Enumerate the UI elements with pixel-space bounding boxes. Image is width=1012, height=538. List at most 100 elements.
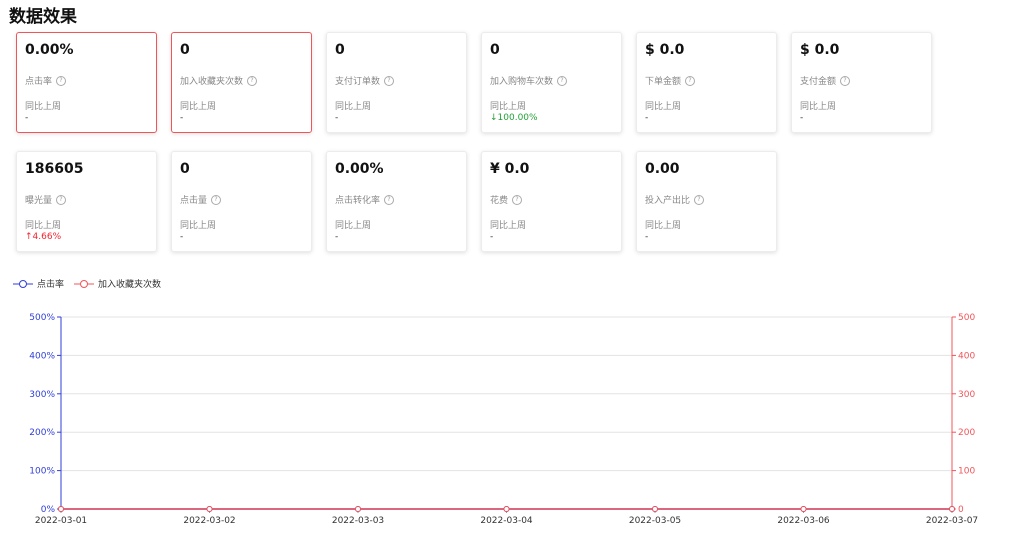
y-left-tick-label: 300% (29, 390, 55, 400)
page-title: 数据效果 (9, 7, 77, 27)
metric-card[interactable]: 0 加入购物车次数? 同比上周 ↓100.00% (481, 32, 622, 133)
series-2-point (800, 506, 807, 512)
y-right-tick-label: 300 (958, 390, 975, 400)
legend-marker-blue-icon (13, 279, 33, 288)
compare-label: 同比上周 (800, 102, 837, 112)
metric-label: 加入收藏夹次数? (180, 74, 258, 87)
compare-value: - (180, 232, 184, 242)
chart-legend: 点击率 加入收藏夹次数 (13, 277, 171, 290)
metric-name: 点击量 (180, 196, 208, 206)
help-icon[interactable]: ? (840, 75, 851, 86)
compare-label: 同比上周 (25, 221, 62, 231)
y-right-tick-label: 200 (958, 428, 975, 438)
metric-card[interactable]: 0.00% 点击转化率? 同比上周 - (326, 151, 467, 252)
help-icon[interactable]: ? (384, 194, 395, 205)
compare-value: ↑4.66% (25, 232, 62, 242)
metric-name: 下单金额 (645, 77, 682, 87)
y-right-tick-label: 400 (958, 351, 975, 361)
compare-label: 同比上周 (645, 102, 682, 112)
metric-card[interactable]: 186605 曝光量? 同比上周 ↑4.66% (16, 151, 157, 252)
metric-value: ¥ 0.0 (490, 161, 530, 177)
compare-label: 同比上周 (645, 221, 682, 231)
metric-value: 0.00 (645, 161, 680, 177)
series-2-point (58, 506, 64, 512)
metric-name: 投入产出比 (645, 196, 691, 206)
metric-value: $ 0.0 (645, 42, 685, 58)
line-chart: 0% 0 100% 100 200% 200 300% 300 400% 400 500% 500 20… (29, 313, 978, 526)
help-icon[interactable]: ? (512, 194, 523, 205)
metric-card[interactable]: 0 点击量? 同比上周 - (171, 151, 312, 252)
series-2-point (652, 506, 658, 512)
y-right-tick-label: 100 (958, 467, 975, 477)
y-right-tick-label: 0 (958, 505, 964, 515)
legend-marker-red-icon (74, 279, 95, 288)
metric-name: 点击率 (25, 77, 53, 87)
compare-label: 同比上周 (25, 102, 62, 112)
metric-label: 投入产出比? (645, 193, 705, 206)
metric-value: 186605 (25, 161, 84, 177)
metric-label: 花费? (490, 193, 523, 206)
metric-name: 曝光量 (25, 196, 53, 206)
compare-label: 同比上周 (335, 221, 372, 231)
metric-card[interactable]: ¥ 0.0 花费? 同比上周 - (481, 151, 622, 252)
metric-label: 点击量? (180, 193, 222, 206)
compare-value: - (335, 113, 339, 123)
help-icon[interactable]: ? (557, 75, 568, 86)
help-icon[interactable]: ? (211, 194, 222, 205)
help-icon[interactable]: ? (384, 75, 395, 86)
series-2-point (355, 506, 361, 512)
metric-label: 加入购物车次数? (490, 74, 568, 87)
metric-name: 支付金额 (800, 77, 837, 87)
legend-item-series-1[interactable]: 点击率 (13, 277, 64, 290)
metric-value: 0.00% (25, 42, 74, 58)
metric-label: 支付金额? (800, 74, 851, 87)
metric-card[interactable]: 0.00% 点击率? 同比上周 - (16, 32, 157, 133)
help-icon[interactable]: ? (247, 75, 258, 86)
series-2-point (503, 506, 510, 512)
metric-value: 0 (180, 42, 190, 58)
compare-value: - (645, 232, 649, 242)
metric-card[interactable]: $ 0.0 支付金额? 同比上周 - (791, 32, 932, 133)
metric-value: $ 0.0 (800, 42, 840, 58)
y-left-tick-label: 400% (29, 351, 55, 361)
metric-name: 加入购物车次数 (490, 77, 554, 87)
metric-label: 点击转化率? (335, 193, 395, 206)
compare-label: 同比上周 (335, 102, 372, 112)
metric-value: 0 (335, 42, 345, 58)
metric-name: 加入收藏夹次数 (180, 77, 244, 87)
metric-name: 支付订单数 (335, 77, 381, 87)
series-2-point (949, 506, 955, 512)
x-tick-label: 2022-03-01 (35, 516, 87, 526)
metric-name: 花费 (490, 196, 509, 206)
metric-card[interactable]: 0 支付订单数? 同比上周 - (326, 32, 467, 133)
legend-item-series-2[interactable]: 加入收藏夹次数 (74, 277, 161, 290)
compare-label: 同比上周 (180, 102, 217, 112)
metric-label: 下单金额? (645, 74, 696, 87)
metric-card[interactable]: 0 加入收藏夹次数? 同比上周 - (171, 32, 312, 133)
y-left-tick-label: 0% (41, 505, 56, 515)
metric-value: 0 (180, 161, 190, 177)
metric-value: 0.00% (335, 161, 384, 177)
metric-card[interactable]: $ 0.0 下单金额? 同比上周 - (636, 32, 777, 133)
compare-value: - (645, 113, 649, 123)
metric-label: 点击率? (25, 74, 67, 87)
help-icon[interactable]: ? (56, 194, 67, 205)
x-tick-label: 2022-03-02 (183, 516, 235, 526)
help-icon[interactable]: ? (694, 194, 705, 205)
compare-label: 同比上周 (180, 221, 217, 231)
x-tick-label: 2022-03-06 (777, 516, 830, 526)
compare-value: - (800, 113, 804, 123)
help-icon[interactable]: ? (56, 75, 67, 86)
metric-card[interactable]: 0.00 投入产出比? 同比上周 - (636, 151, 777, 252)
y-left-tick-label: 500% (29, 313, 55, 323)
y-left-tick-label: 200% (29, 428, 55, 438)
compare-label: 同比上周 (490, 102, 527, 112)
compare-value: - (180, 113, 184, 123)
metric-label: 曝光量? (25, 193, 67, 206)
legend-label: 加入收藏夹次数 (98, 280, 162, 290)
compare-label: 同比上周 (490, 221, 527, 231)
metric-label: 支付订单数? (335, 74, 395, 87)
legend-label: 点击率 (37, 280, 65, 290)
help-icon[interactable]: ? (685, 75, 696, 86)
series-2-point (206, 506, 213, 512)
